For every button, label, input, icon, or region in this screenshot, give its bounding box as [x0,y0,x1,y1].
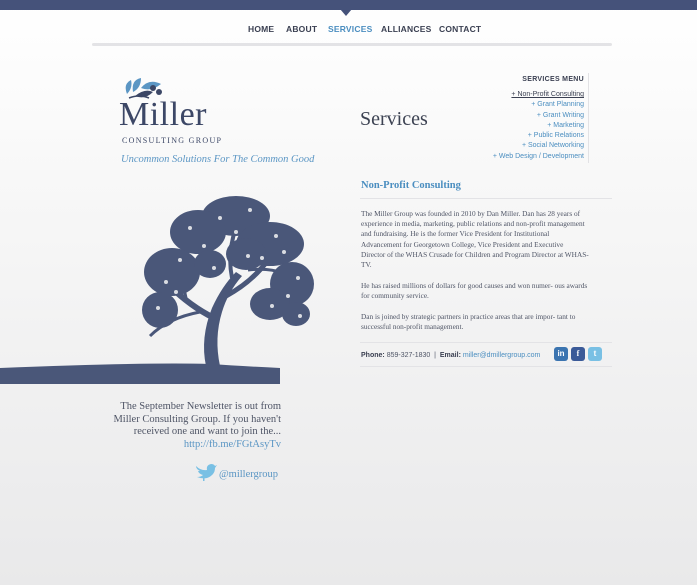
section-divider [360,198,612,199]
services-menu-divider [588,73,589,163]
services-menu-title: SERVICES MENU [522,76,584,83]
services-menu-item-grant-writing[interactable]: + Grant Writing [450,111,584,121]
services-menu-item-grant-planning[interactable]: + Grant Planning [450,100,584,110]
tree-illustration [0,196,314,384]
page-title: Services [360,108,428,130]
nav-alliances[interactable]: ALLIANCES [381,24,431,34]
body-paragraph: He has raised millions of dollars for go… [361,281,588,301]
nav-services[interactable]: SERVICES [328,24,372,34]
linkedin-icon[interactable]: in [554,347,568,361]
email-label: Email: [439,352,461,359]
services-menu: + Non-Profit Consulting + Grant Planning… [450,90,584,162]
tagline: Uncommon Solutions For The Common Good [121,154,315,165]
twitter-bird-icon [196,464,217,481]
body-paragraph: Dan is joined by strategic partners in p… [361,312,576,332]
facebook-icon[interactable]: f [571,347,585,361]
nav-contact[interactable]: CONTACT [439,24,481,34]
services-menu-item-social-networking[interactable]: + Social Networking [450,141,584,151]
logo-subtitle: CONSULTING GROUP [122,136,223,145]
logo-wordmark: Miller [119,96,207,133]
contact-separator: | [434,352,436,359]
nav-home[interactable]: HOME [248,24,274,34]
contact-divider-bottom [360,366,612,367]
services-menu-item-non-profit-consulting[interactable]: + Non-Profit Consulting [450,90,584,100]
nav-divider [92,43,612,46]
phone-number: 859-327-1830 [386,352,431,359]
section-title: Non-Profit Consulting [361,180,461,191]
newsletter-link[interactable]: http://fb.me/FGtAsyTv [96,439,281,450]
twitter-handle-link[interactable]: @millergroup [219,469,278,480]
email-link[interactable]: miller@dmillergroup.com [463,352,541,359]
phone-label: Phone: [361,352,385,359]
nav-about[interactable]: ABOUT [286,24,317,34]
services-menu-item-public-relations[interactable]: + Public Relations [450,131,584,141]
twitter-icon[interactable]: t [588,347,602,361]
contact-info: Phone: 859-327-1830 | Email: miller@dmil… [361,352,540,359]
services-menu-item-marketing[interactable]: + Marketing [450,121,584,131]
services-menu-item-web-design[interactable]: + Web Design / Development [450,152,584,162]
body-paragraph: The Miller Group was founded in 2010 by … [361,209,589,270]
contact-divider-top [360,342,612,343]
main-nav: HOME ABOUT SERVICES ALLIANCES CONTACT [0,24,697,36]
nav-active-indicator [340,9,352,16]
newsletter-text: The September Newsletter is out from Mil… [113,401,281,437]
